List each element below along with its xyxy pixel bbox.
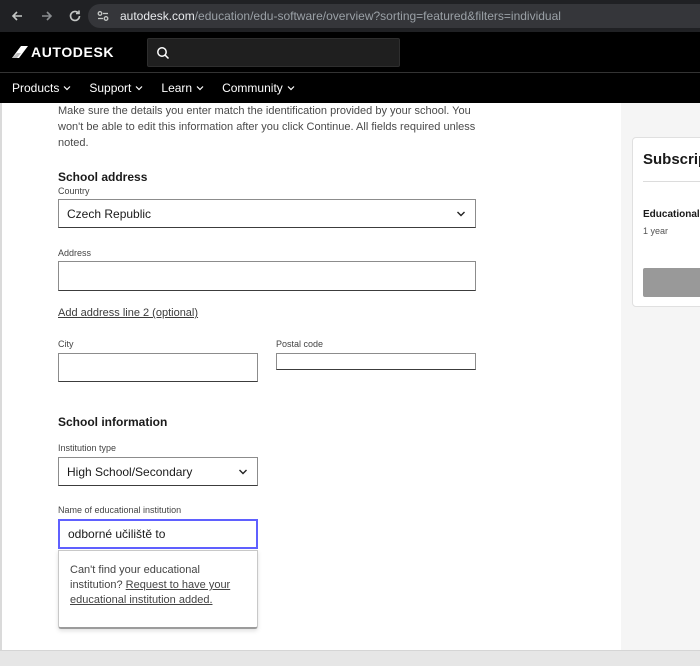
- nav-learn[interactable]: Learn: [161, 81, 204, 95]
- chevron-down-icon: [239, 469, 247, 474]
- subscription-term: 1 year: [643, 226, 669, 236]
- nav-products[interactable]: Products: [12, 81, 71, 95]
- main-nav: Products Support Learn Community: [0, 72, 700, 103]
- autodesk-logo-icon: [12, 46, 28, 58]
- url-host: autodesk.com: [120, 9, 195, 23]
- city-label: City: [58, 339, 74, 349]
- continue-button[interactable]: [643, 268, 700, 297]
- country-value: Czech Republic: [67, 206, 152, 221]
- page-content: Subscrip Educational 1 year Make sure th…: [0, 103, 700, 650]
- nav-learn-label: Learn: [161, 81, 193, 95]
- country-select[interactable]: Czech Republic: [58, 199, 476, 228]
- left-divider: [0, 103, 2, 650]
- forward-arrow-icon[interactable]: [35, 4, 59, 28]
- postal-code-input[interactable]: [276, 353, 476, 370]
- institution-name-input[interactable]: odborné učiliště to: [58, 519, 258, 549]
- back-arrow-icon[interactable]: [5, 4, 29, 28]
- address-label: Address: [58, 248, 92, 258]
- page-bottom-bar: [0, 650, 700, 666]
- browser-toolbar: autodesk.com/education/edu-software/over…: [0, 0, 700, 32]
- chevron-down-icon: [457, 211, 465, 216]
- logo-text: AUTODESK: [31, 44, 115, 60]
- reload-icon[interactable]: [63, 4, 87, 28]
- url-path: /education/edu-software/overview?sorting…: [194, 9, 561, 23]
- school-information-title: School information: [58, 415, 168, 429]
- nav-support[interactable]: Support: [89, 81, 143, 95]
- chevron-down-icon: [287, 86, 295, 91]
- nav-support-label: Support: [89, 81, 132, 95]
- address-input[interactable]: [58, 261, 476, 291]
- autodesk-logo[interactable]: AUTODESK: [12, 44, 114, 60]
- nav-community[interactable]: Community: [222, 81, 295, 95]
- chevron-down-icon: [63, 86, 71, 91]
- nav-community-label: Community: [222, 81, 283, 95]
- country-label: Country: [58, 186, 90, 196]
- institution-type-value: High School/Secondary: [67, 464, 193, 479]
- suggestion-message: Can't find your educational institution?…: [70, 563, 248, 608]
- institution-type-select[interactable]: High School/Secondary: [58, 457, 258, 486]
- city-input[interactable]: [58, 353, 258, 382]
- address-bar[interactable]: autodesk.com/education/edu-software/over…: [88, 4, 700, 28]
- nav-products-label: Products: [12, 81, 60, 95]
- postal-code-label: Postal code: [276, 339, 324, 349]
- search-icon: [157, 46, 170, 59]
- form-intro: Make sure the details you enter match th…: [58, 105, 476, 149]
- institution-name-value: odborné učiliště to: [68, 527, 166, 541]
- subscription-card: Subscrip Educational 1 year: [632, 137, 700, 307]
- subscription-product: Educational: [643, 209, 700, 220]
- institution-type-label: Institution type: [58, 443, 117, 453]
- chevron-down-icon: [196, 86, 204, 91]
- site-settings-icon[interactable]: [96, 9, 110, 23]
- institution-name-label: Name of educational institution: [58, 505, 182, 515]
- url-text: autodesk.com/education/edu-software/over…: [120, 9, 561, 23]
- site-header: AUTODESK: [0, 32, 700, 72]
- school-address-title: School address: [58, 170, 148, 184]
- chevron-down-icon: [135, 86, 143, 91]
- site-search-input[interactable]: [147, 38, 400, 67]
- institution-suggestion-dropdown: Can't find your educational institution?…: [58, 550, 258, 629]
- subscription-title: Subscrip: [643, 151, 700, 168]
- add-address-line2-link[interactable]: Add address line 2 (optional): [58, 307, 198, 319]
- subscription-divider: [643, 181, 700, 182]
